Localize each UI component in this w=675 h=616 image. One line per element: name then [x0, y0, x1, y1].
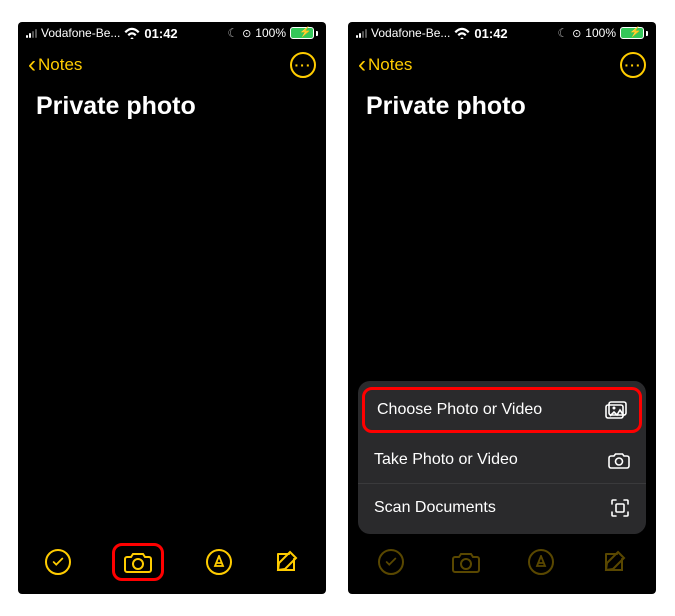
signal-icon [356, 28, 367, 38]
dnd-moon-icon: ☾ [227, 26, 238, 40]
camera-icon [608, 451, 630, 469]
compose-button[interactable] [273, 549, 299, 575]
more-icon: ··· [295, 57, 312, 73]
note-title: Private photo [348, 86, 656, 127]
clock-label: 01:42 [144, 26, 177, 41]
battery-icon: ⚡ [620, 27, 648, 39]
camera-icon [451, 550, 481, 574]
battery-pct: 100% [255, 26, 286, 40]
wifi-icon [124, 27, 140, 39]
phone-screenshot-left: Vodafone-Be... 01:42 ☾ ⊙ 100% ⚡ ‹ Notes … [18, 22, 326, 594]
back-label: Notes [38, 55, 82, 75]
menu-take-photo[interactable]: Take Photo or Video [358, 437, 646, 484]
back-button[interactable]: ‹ Notes [28, 53, 82, 77]
more-button[interactable]: ··· [620, 52, 646, 78]
charging-icon: ⊙ [572, 27, 581, 40]
nav-bar: ‹ Notes ··· [18, 44, 326, 86]
markup-button[interactable] [528, 549, 554, 575]
clock-label: 01:42 [474, 26, 507, 41]
camera-button[interactable] [451, 550, 481, 574]
charging-icon: ⊙ [242, 27, 251, 40]
checklist-button[interactable] [378, 549, 404, 575]
carrier-label: Vodafone-Be... [371, 26, 450, 40]
chevron-left-icon: ‹ [28, 53, 36, 77]
dnd-moon-icon: ☾ [557, 26, 568, 40]
phone-screenshot-right: Vodafone-Be... 01:42 ☾ ⊙ 100% ⚡ ‹ Notes … [348, 22, 656, 594]
photo-library-icon [605, 401, 627, 419]
menu-scan-documents[interactable]: Scan Documents [358, 484, 646, 532]
more-icon: ··· [625, 57, 642, 73]
compose-button[interactable] [601, 549, 627, 575]
camera-button[interactable] [112, 543, 164, 581]
more-button[interactable]: ··· [290, 52, 316, 78]
nav-bar: ‹ Notes ··· [348, 44, 656, 86]
wifi-icon [454, 27, 470, 39]
battery-icon: ⚡ [290, 27, 318, 39]
bottom-toolbar [18, 536, 326, 594]
menu-label: Choose Photo or Video [377, 401, 542, 419]
checklist-button[interactable] [45, 549, 71, 575]
markup-icon [528, 549, 554, 575]
carrier-label: Vodafone-Be... [41, 26, 120, 40]
back-button[interactable]: ‹ Notes [358, 53, 412, 77]
camera-action-menu: Choose Photo or Video Take Photo or Vide… [358, 381, 646, 534]
markup-button[interactable] [206, 549, 232, 575]
status-bar: Vodafone-Be... 01:42 ☾ ⊙ 100% ⚡ [18, 22, 326, 44]
menu-label: Scan Documents [374, 499, 496, 517]
back-label: Notes [368, 55, 412, 75]
signal-icon [26, 28, 37, 38]
note-title: Private photo [18, 86, 326, 127]
note-body[interactable] [18, 127, 326, 536]
chevron-left-icon: ‹ [358, 53, 366, 77]
compose-icon [601, 549, 627, 575]
markup-icon [206, 549, 232, 575]
status-bar: Vodafone-Be... 01:42 ☾ ⊙ 100% ⚡ [348, 22, 656, 44]
checklist-icon [45, 549, 71, 575]
bottom-toolbar [348, 536, 656, 594]
battery-pct: 100% [585, 26, 616, 40]
menu-choose-photo[interactable]: Choose Photo or Video [362, 387, 642, 433]
menu-label: Take Photo or Video [374, 451, 518, 469]
camera-icon [123, 550, 153, 574]
checklist-icon [378, 549, 404, 575]
compose-icon [273, 549, 299, 575]
scan-icon [610, 498, 630, 518]
